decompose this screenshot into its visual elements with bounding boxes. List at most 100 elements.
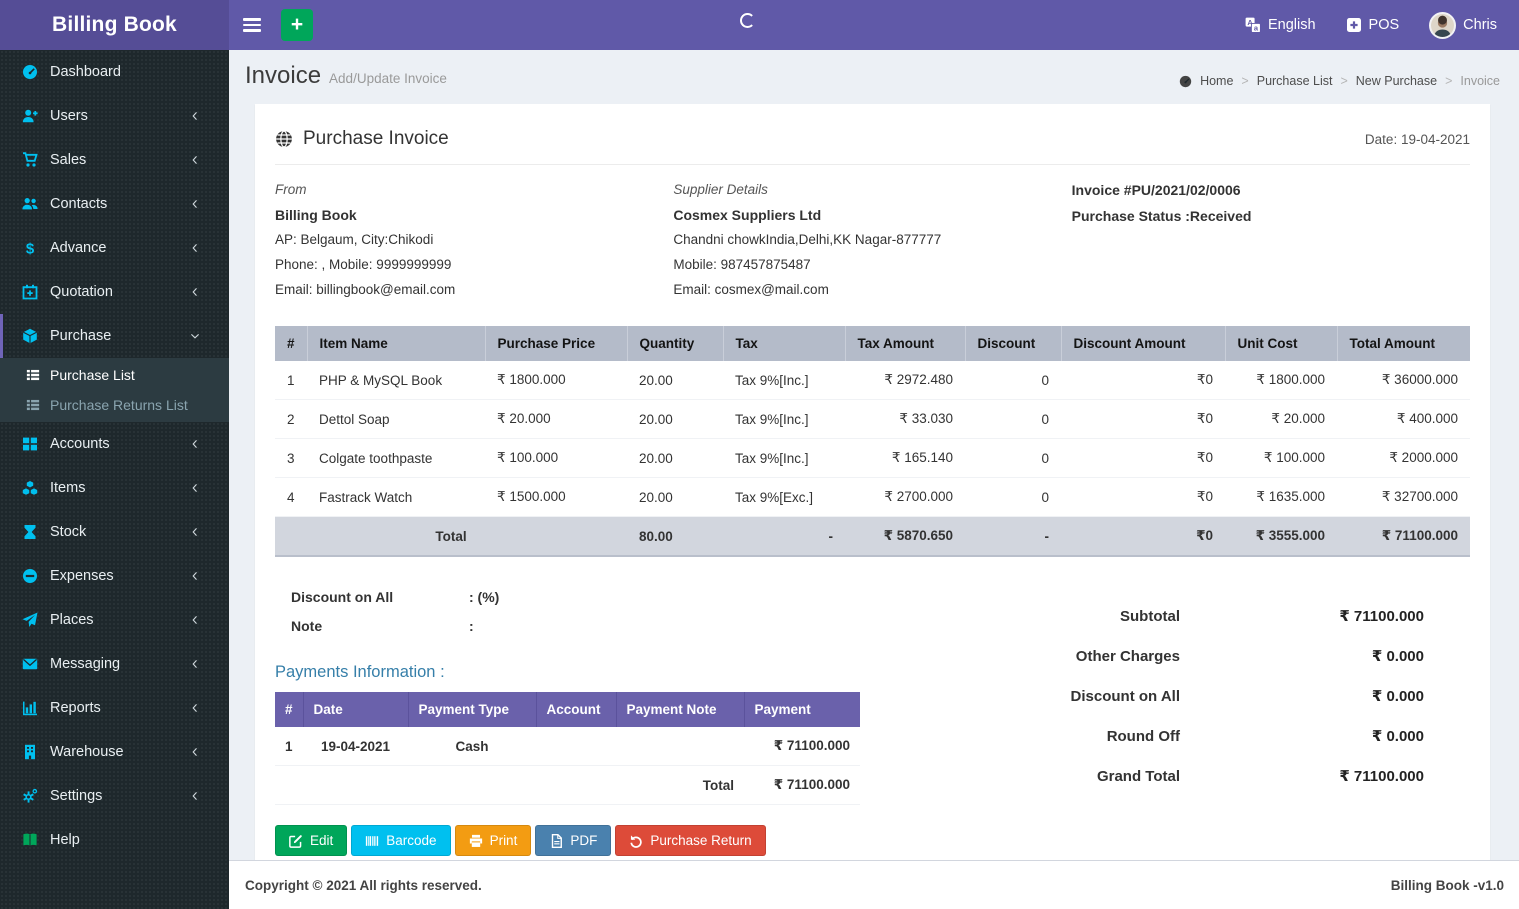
card-title-row: Purchase Invoice Date: 19-04-2021: [275, 122, 1470, 165]
invoice-parties: From Billing Book AP: Belgaum, City:Chik…: [275, 181, 1470, 306]
supplier-block: Supplier Details Cosmex Suppliers Ltd Ch…: [673, 181, 1071, 306]
sidebar-item-sales[interactable]: Sales: [0, 138, 229, 182]
chevron-down-icon: [189, 330, 201, 342]
building-icon: [22, 744, 38, 760]
sidebar-item-advance[interactable]: Advance: [0, 226, 229, 270]
barcode-button[interactable]: Barcode: [351, 825, 451, 857]
th-large-icon: [22, 436, 38, 452]
envelope-icon: [22, 656, 38, 672]
summary-round-off: Round Off ₹ 0.000: [1106, 728, 1424, 746]
items-header-row: # Item Name Purchase Price Quantity Tax …: [275, 326, 1470, 362]
breadcrumb: Home > Purchase List > New Purchase > In…: [1179, 74, 1500, 88]
sidebar-item-dashboard[interactable]: Dashboard: [0, 50, 229, 94]
from-block: From Billing Book AP: Belgaum, City:Chik…: [275, 181, 673, 306]
gears-icon: [22, 788, 38, 804]
pos-label: POS: [1368, 17, 1400, 33]
calendar-plus-icon: [22, 284, 38, 300]
barcode-icon: [365, 834, 379, 848]
gauge-icon: [1179, 75, 1192, 88]
chevron-left-icon: [189, 790, 201, 802]
main-content: Invoice Add/Update Invoice Home > Purchas…: [229, 50, 1519, 909]
avatar: [1429, 11, 1457, 39]
pdf-button[interactable]: PDF: [535, 825, 612, 857]
sidebar-item-contacts[interactable]: Contacts: [0, 182, 229, 226]
bar-chart-icon: [22, 700, 38, 716]
paper-plane-icon: [22, 612, 38, 628]
user-plus-icon: [22, 108, 38, 124]
notes-and-payments: Discount on All : (%) Note : Payments In…: [275, 581, 860, 857]
action-buttons: Edit Barcode Print PDF Purchase Return: [275, 825, 860, 857]
discount-on-all-label: Discount on All: [291, 589, 394, 606]
chevron-left-icon: [189, 482, 201, 494]
sidebar-item-reports[interactable]: Reports: [0, 686, 229, 730]
content-header: Invoice Add/Update Invoice Home > Purchas…: [229, 50, 1519, 100]
table-row: 3 Colgate toothpaste ₹ 100.000 20.00 Tax…: [275, 438, 1470, 479]
chevron-left-icon: [189, 614, 201, 626]
sidebar-item-items[interactable]: Items: [0, 466, 229, 510]
cart-icon: [22, 152, 38, 168]
plus-square-icon: [1346, 17, 1362, 33]
loading-spinner: [740, 13, 755, 28]
pos-menu[interactable]: POS: [1346, 17, 1400, 33]
summary-block: Subtotal ₹ 71100.000 Other Charges ₹ 0.0…: [994, 607, 1424, 787]
minus-circle-icon: [22, 568, 38, 584]
sidebar-item-quotation[interactable]: Quotation: [0, 270, 229, 314]
sidebar-item-expenses[interactable]: Expenses: [0, 554, 229, 598]
undo-icon: [629, 834, 643, 848]
from-email: Email: billingbook@email.com: [275, 282, 456, 298]
edit-button[interactable]: Edit: [275, 825, 348, 857]
chevron-left-icon: [189, 286, 201, 298]
sidebar-item-messaging[interactable]: Messaging: [0, 642, 229, 686]
breadcrumb-new-purchase[interactable]: New Purchase: [1356, 74, 1437, 88]
edit-icon: [289, 834, 303, 848]
sidebar-item-stock[interactable]: Stock: [0, 510, 229, 554]
table-row: 2 Dettol Soap ₹ 20.000 20.00 Tax 9%[Inc.…: [275, 399, 1470, 440]
quick-add-button[interactable]: +: [281, 9, 313, 41]
supplier-address: Chandni chowkIndia,Delhi,KK Nagar-877777: [673, 232, 942, 248]
from-phone: Phone: , Mobile: 9999999999: [275, 257, 452, 273]
language-label: English: [1267, 17, 1316, 33]
sidebar-item-places[interactable]: Places: [0, 598, 229, 642]
sidebar-item-help[interactable]: Help: [0, 818, 229, 862]
breadcrumb-purchase-list[interactable]: Purchase List: [1257, 74, 1333, 88]
print-button[interactable]: Print: [454, 825, 532, 857]
user-menu[interactable]: Chris: [1429, 11, 1497, 39]
username-label: Chris: [1463, 17, 1497, 33]
payments-header-row: # Date Payment Type Account Payment Note…: [275, 692, 860, 728]
language-icon: [1245, 17, 1261, 33]
sidebar-item-purchase-returns-list[interactable]: Purchase Returns List: [0, 390, 229, 420]
language-menu[interactable]: English: [1245, 17, 1316, 33]
purchase-return-button[interactable]: Purchase Return: [615, 825, 766, 857]
globe-icon: [275, 130, 293, 148]
gauge-icon: [22, 64, 38, 80]
sidebar-item-warehouse[interactable]: Warehouse: [0, 730, 229, 774]
sidebar-item-accounts[interactable]: Accounts: [0, 422, 229, 466]
page-subtitle: Add/Update Invoice: [329, 71, 447, 86]
cubes-icon: [22, 480, 38, 496]
payments-total-row: Total ₹ 71100.000: [275, 765, 860, 806]
chevron-left-icon: [189, 242, 201, 254]
chevron-left-icon: [189, 198, 201, 210]
sidebar-item-purchase-list[interactable]: Purchase List: [0, 360, 229, 390]
app-logo[interactable]: Billing Book: [0, 0, 229, 50]
pdf-file-icon: [549, 834, 563, 848]
payments-table: # Date Payment Type Account Payment Note…: [275, 692, 860, 806]
payments-heading: Payments Information :: [275, 663, 445, 682]
sidebar-item-settings[interactable]: Settings: [0, 774, 229, 818]
card-title: Purchase Invoice: [275, 128, 449, 150]
supplier-email: Email: cosmex@mail.com: [673, 282, 829, 298]
chevron-left-icon: [189, 110, 201, 122]
chevron-left-icon: [189, 154, 201, 166]
purchase-submenu: Purchase List Purchase Returns List: [0, 358, 229, 422]
invoice-meta-block: Invoice #PU/2021/02/0006 Purchase Status…: [1072, 181, 1470, 306]
breadcrumb-home[interactable]: Home: [1200, 74, 1233, 88]
sidebar-toggle-button[interactable]: [229, 0, 275, 50]
sidebar-item-purchase[interactable]: Purchase: [0, 314, 229, 358]
invoice-card: Purchase Invoice Date: 19-04-2021 From B…: [255, 104, 1490, 879]
navbar-right: English POS Chris: [1245, 11, 1519, 39]
table-row: 1 PHP & MySQL Book ₹ 1800.000 20.00 Tax …: [275, 361, 1470, 401]
breadcrumb-invoice: Invoice: [1460, 74, 1500, 88]
from-address: AP: Belgaum, City:Chikodi: [275, 232, 434, 248]
sidebar-item-users[interactable]: Users: [0, 94, 229, 138]
book-icon: [22, 832, 38, 848]
